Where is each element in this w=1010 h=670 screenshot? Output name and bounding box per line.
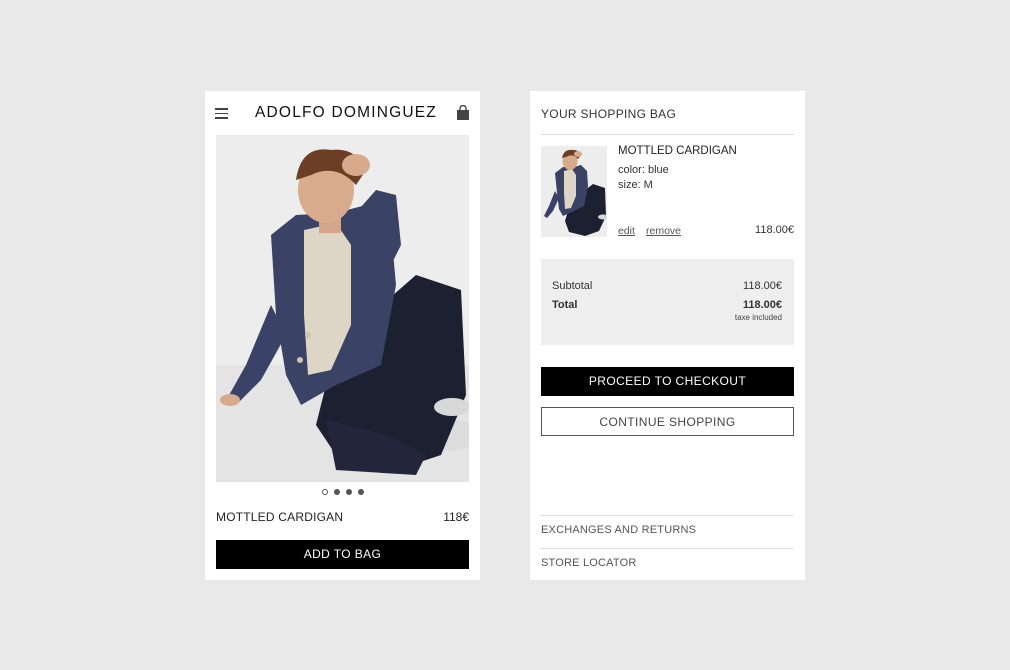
subtotal-value: 118.00€ bbox=[743, 280, 782, 292]
product-image[interactable] bbox=[216, 135, 469, 482]
product-name: MOTTLED CARDIGAN bbox=[216, 510, 344, 524]
continue-shopping-button[interactable]: CONTINUE SHOPPING bbox=[541, 407, 794, 436]
shopping-bag-panel: YOUR SHOPPING BAG MOTTLED CARDIGAN color… bbox=[530, 91, 805, 580]
store-locator-link[interactable]: STORE LOCATOR bbox=[541, 557, 637, 569]
carousel-dot[interactable] bbox=[345, 489, 352, 495]
divider bbox=[541, 134, 794, 135]
divider bbox=[541, 515, 794, 516]
brand-logo[interactable]: ADOLFO DOMINGUEZ bbox=[255, 104, 436, 122]
carousel-dot[interactable] bbox=[321, 489, 328, 495]
order-summary: Subtotal 118.00€ Total 118.00€ taxe incl… bbox=[541, 259, 794, 345]
total-label: Total bbox=[552, 299, 578, 311]
remove-link[interactable]: remove bbox=[646, 225, 681, 237]
divider bbox=[541, 548, 794, 549]
bag-item-name: MOTTLED CARDIGAN bbox=[618, 145, 737, 157]
proceed-to-checkout-button[interactable]: PROCEED TO CHECKOUT bbox=[541, 367, 794, 396]
bag-title: YOUR SHOPPING BAG bbox=[541, 107, 677, 121]
edit-link[interactable]: edit bbox=[618, 225, 635, 237]
bag-item-price: 118.00€ bbox=[755, 224, 794, 236]
carousel-dots bbox=[205, 489, 480, 495]
shopping-bag-icon[interactable] bbox=[456, 104, 470, 121]
product-page-panel: ADOLFO DOMINGUEZ MOTTLED CARDIGAN 118€ A… bbox=[205, 91, 480, 580]
tax-note: taxe included bbox=[734, 313, 782, 322]
bag-item-color: color: blue bbox=[618, 164, 669, 176]
carousel-dot[interactable] bbox=[333, 489, 340, 495]
hamburger-menu-icon[interactable] bbox=[215, 108, 228, 119]
bag-item-size: size: M bbox=[618, 179, 653, 191]
carousel-dot[interactable] bbox=[357, 489, 364, 495]
add-to-bag-button[interactable]: ADD TO BAG bbox=[216, 540, 469, 569]
total-value: 118.00€ bbox=[742, 299, 782, 311]
item-thumbnail[interactable] bbox=[541, 146, 607, 237]
exchanges-returns-link[interactable]: EXCHANGES AND RETURNS bbox=[541, 524, 696, 536]
product-price: 118€ bbox=[443, 510, 469, 524]
subtotal-label: Subtotal bbox=[552, 280, 593, 292]
